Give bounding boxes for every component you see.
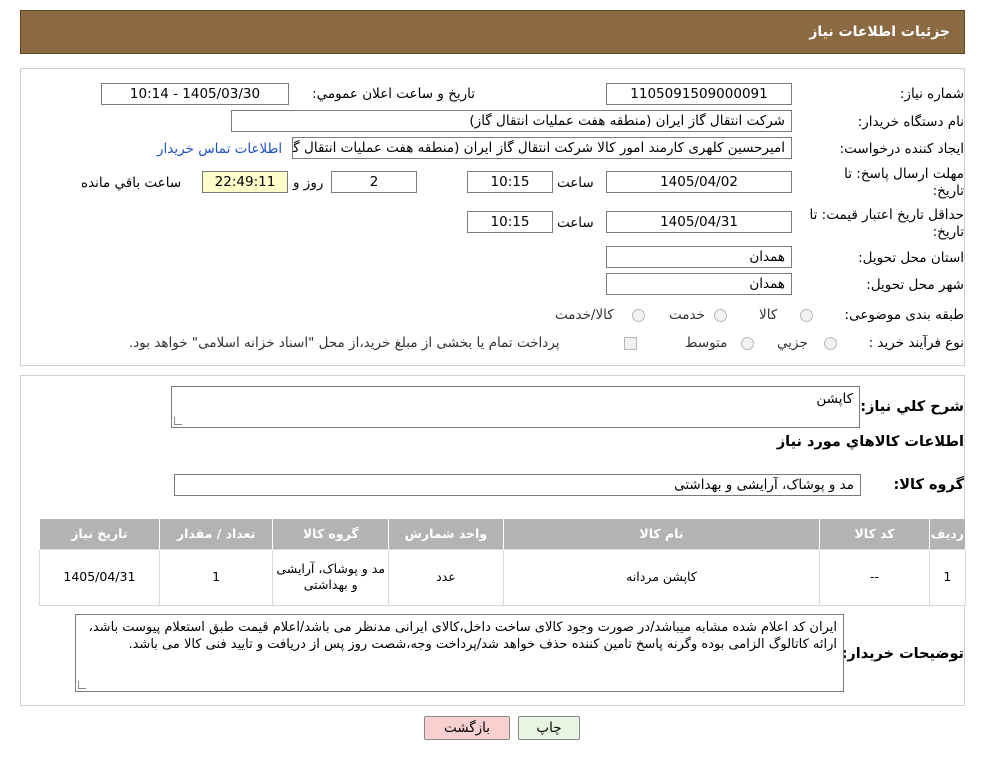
col-unit: واحد شمارش [388, 519, 504, 549]
buyer-contact-link[interactable]: اطلاعات تماس خريدار [157, 141, 282, 157]
goods-table-header: رديف کد کالا نام کالا واحد شمارش گروه کا… [39, 519, 967, 549]
process-minor-label: جزيي [777, 335, 808, 351]
col-qty: تعداد / مقدار [158, 519, 274, 549]
process-medium-label: متوسط [685, 335, 728, 351]
col-code: کد کالا [819, 519, 930, 549]
page-header: جزئیات اطلاعات نیاز [20, 10, 965, 54]
buyer-notes-field: ایران کد اعلام شده مشابه میباشد/در صورت … [75, 614, 844, 692]
deadline-time-label: ساعت [557, 175, 594, 191]
payment-note: پرداخت تمام یا بخشی از مبلغ خرید،از محل … [129, 335, 560, 351]
buyer-notes-text: ایران کد اعلام شده مشابه میباشد/در صورت … [88, 620, 837, 652]
cell-group: مد و پوشاک، آرایشی و بهداشتی [272, 548, 390, 606]
print-button[interactable]: چاپ [518, 716, 580, 740]
category-both-label: کالا/خدمت [555, 307, 614, 323]
province-field: همدان [606, 246, 792, 268]
cell-unit: عدد [388, 548, 504, 606]
deadline-time-field: 10:15 [467, 171, 553, 193]
col-name: نام کالا [502, 519, 821, 549]
announce-label: تاریخ و ساعت اعلان عمومي: [312, 86, 475, 102]
price-validity-time-field: 10:15 [467, 211, 553, 233]
category-goods-label: کالا [759, 307, 778, 323]
back-button[interactable]: بازگشت [424, 716, 510, 740]
col-date: تاريخ نياز [39, 519, 160, 549]
treasury-checkbox[interactable] [624, 337, 637, 350]
page-title: جزئیات اطلاعات نیاز [809, 24, 950, 40]
price-validity-time-label: ساعت [557, 215, 594, 231]
price-validity-date-field: 1405/04/31 [606, 211, 792, 233]
buyer-org-label: نام دستگاه خريدار: [857, 114, 964, 130]
goods-info-title: اطلاعات کالاهاي مورد نياز [776, 434, 964, 450]
category-service-radio[interactable] [714, 309, 727, 322]
category-both-radio[interactable] [632, 309, 645, 322]
category-service-label: خدمت [669, 307, 705, 323]
days-label: روز و [293, 175, 324, 191]
process-label: نوع فرآیند خرید : [868, 335, 964, 351]
cell-code: -- [819, 548, 930, 606]
table-row: 1 -- کاپشن مردانه عدد مد و پوشاک، آرایشی… [39, 548, 967, 606]
remaining-label: ساعت باقي مانده [81, 175, 182, 191]
resize-grip-icon[interactable] [174, 417, 182, 425]
city-label: شهر محل تحويل: [866, 277, 964, 293]
category-label: طبقه بندی موضوعی: [844, 307, 964, 323]
cell-name: کاپشن مردانه [502, 548, 821, 606]
category-goods-radio[interactable] [800, 309, 813, 322]
city-field: همدان [606, 273, 792, 295]
cell-date: 1405/04/31 [39, 548, 160, 606]
col-row: رديف [928, 519, 967, 549]
deadline-date-field: 1405/04/02 [606, 171, 792, 193]
cell-row: 1 [928, 548, 967, 606]
creator-field: امیرحسین کلهری کارمند امور کالا شرکت انت… [292, 137, 792, 159]
creator-label: ايجاد کننده درخواست: [839, 141, 964, 157]
price-validity-label: حداقل تاریخ اعتبار قیمت: تا تاریخ: [809, 207, 964, 240]
goods-panel: شرح کلي نياز: کاپشن اطلاعات کالاهاي مورد… [20, 375, 967, 706]
buyer-notes-label: توضيحات خريدار: [841, 646, 964, 662]
summary-field: کاپشن [171, 386, 860, 428]
process-minor-radio[interactable] [824, 337, 837, 350]
deadline-label: مهلت ارسال پاسخ: تا تاریخ: [844, 166, 964, 199]
summary-label: شرح کلي نياز: [860, 399, 964, 415]
summary-text: کاپشن [816, 391, 853, 407]
announce-field: 1405/03/30 - 10:14 [101, 83, 289, 105]
need-number-label: شماره نیاز: [899, 86, 964, 102]
province-label: استان محل تحويل: [858, 250, 964, 266]
cell-qty: 1 [158, 548, 274, 606]
days-field: 2 [331, 171, 417, 193]
notes-resize-grip-icon[interactable] [78, 681, 86, 689]
goods-table: رديف کد کالا نام کالا واحد شمارش گروه کا… [39, 519, 967, 606]
need-number-field: 1105091509000091 [606, 83, 792, 105]
goods-group-field: مد و پوشاک، آرایشی و بهداشتی [174, 474, 861, 496]
buyer-org-field: شرکت انتقال گاز ایران (منطقه هفت عملیات … [231, 110, 792, 132]
need-info-panel: شماره نیاز: 1105091509000091 تاریخ و ساع… [20, 68, 965, 366]
remaining-time-field: 22:49:11 [202, 171, 288, 193]
process-medium-radio[interactable] [741, 337, 754, 350]
col-group: گروه کالا [272, 519, 390, 549]
goods-group-label: گروه کالا: [893, 477, 964, 493]
